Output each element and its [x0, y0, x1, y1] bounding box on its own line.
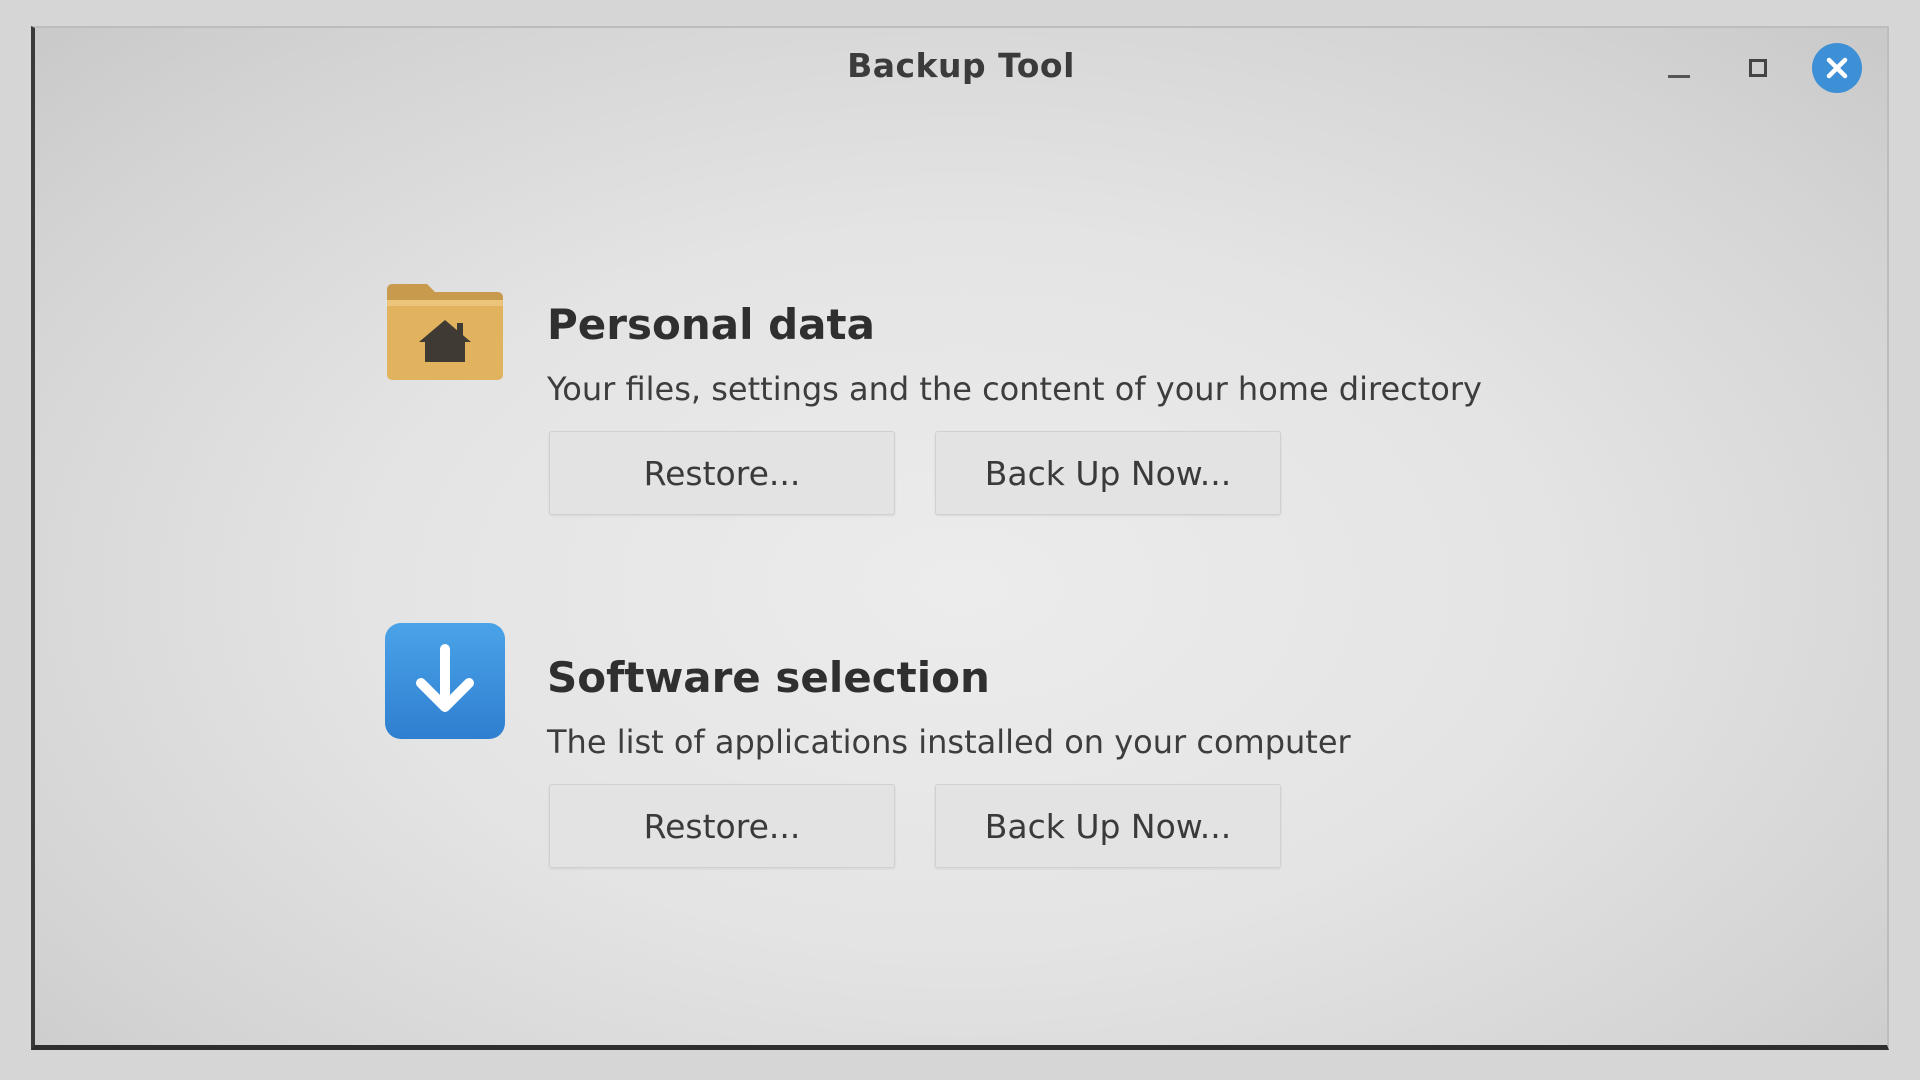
home-folder-icon — [383, 268, 507, 392]
section-heading: Personal data — [547, 300, 875, 349]
section-heading: Software selection — [547, 653, 990, 702]
download-arrow-icon — [383, 621, 507, 745]
window-title: Backup Tool — [847, 46, 1075, 85]
software-backup-now-button[interactable]: Back Up Now... — [935, 784, 1281, 868]
section-description: Your files, settings and the content of … — [547, 370, 1482, 408]
title-bar[interactable]: Backup Tool — [35, 28, 1887, 108]
minimize-icon — [1668, 74, 1690, 78]
personal-backup-now-button[interactable]: Back Up Now... — [935, 431, 1281, 515]
minimize-button[interactable] — [1653, 42, 1705, 94]
close-button[interactable] — [1811, 42, 1863, 94]
software-restore-button[interactable]: Restore... — [549, 784, 895, 868]
maximize-icon — [1749, 59, 1767, 77]
backup-tool-window: Backup Tool Personal data Your files, se… — [31, 26, 1889, 1050]
section-description: The list of applications installed on yo… — [547, 723, 1351, 761]
maximize-button[interactable] — [1732, 42, 1784, 94]
close-icon — [1812, 43, 1862, 93]
personal-restore-button[interactable]: Restore... — [549, 431, 895, 515]
